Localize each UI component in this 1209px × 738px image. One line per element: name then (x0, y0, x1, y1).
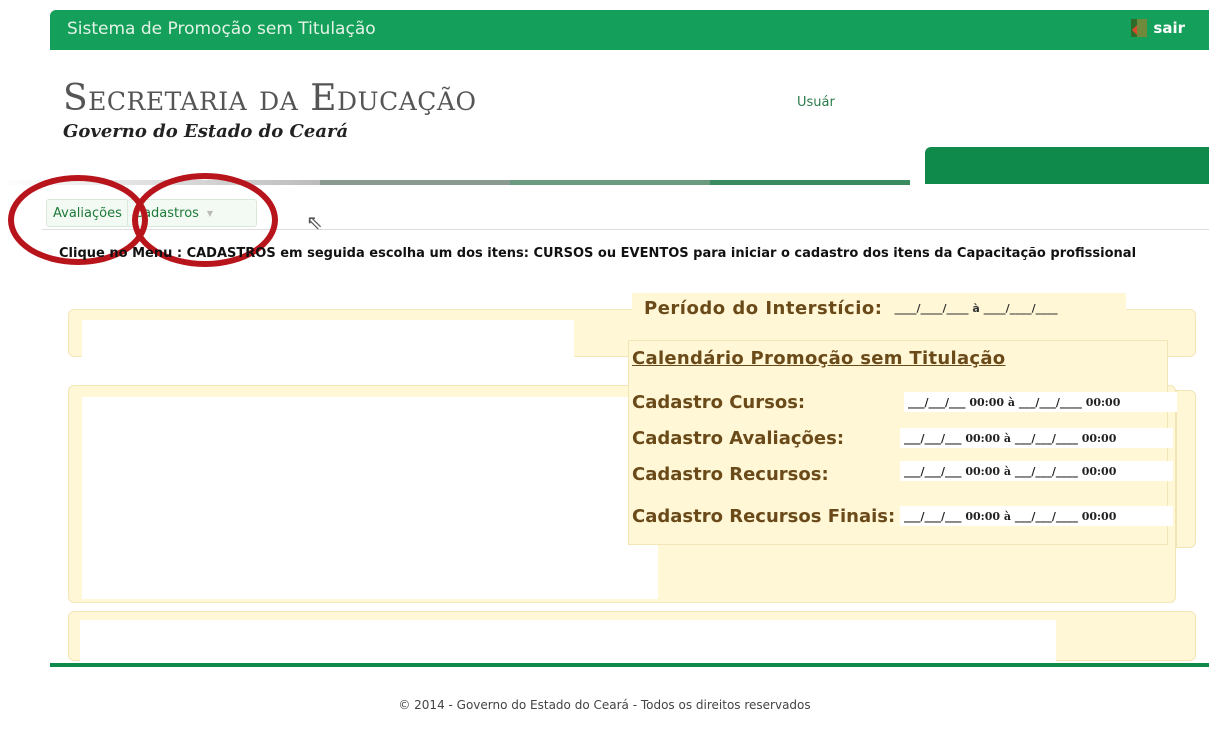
calendar-row-value: ___/___/___ 00:00 à ___/___/____ 00:00 (900, 461, 1173, 481)
calendar-row-value: ___/___/___ 00:00 à ___/___/____ 00:00 (900, 428, 1173, 448)
blank-area (82, 397, 658, 599)
logout-label: sair (1153, 19, 1185, 37)
brand-subtitle: Governo do Estado do Ceará (63, 121, 349, 142)
calendar-row-label: Cadastro Recursos: (632, 464, 829, 485)
header-stripe-4 (710, 180, 910, 185)
instruction-text: Clique no Menu : CADASTROS em seguida es… (59, 246, 1137, 261)
logout-button[interactable]: sair (1131, 19, 1185, 37)
chevron-down-icon: ▼ (206, 208, 214, 218)
door-exit-icon (1131, 19, 1148, 37)
calendar-title: Calendário Promoção sem Titulação (632, 348, 1006, 369)
calendar-row-label: Cadastro Avaliações: (632, 428, 845, 449)
periodo-label: Período do Interstício: (644, 297, 883, 319)
footer-divider (50, 663, 1209, 667)
periodo-intersticio: Período do Interstício: ____/____/____ à… (632, 293, 1126, 323)
blank-area (80, 620, 1056, 662)
app-title: Sistema de Promoção sem Titulação (67, 19, 376, 39)
brand-name: Secretaria da Educação (63, 78, 477, 119)
brand-logo: Secretaria da Educação Governo do Estado… (63, 78, 476, 142)
top-bar: Sistema de Promoção sem Titulação sair (50, 10, 1209, 50)
header-stripe-3 (510, 180, 710, 185)
menu-item-label: Cadastros (134, 205, 199, 221)
header-tab (925, 147, 1209, 184)
footer-copyright: © 2014 - Governo do Estado do Ceará - To… (398, 698, 811, 712)
mouse-cursor-icon: ⇖ (306, 210, 323, 234)
calendar-row-label: Cadastro Cursos: (632, 392, 806, 413)
blank-area (82, 320, 574, 372)
periodo-value: ____/____/____ à ____/____/____ (894, 301, 1058, 315)
calendar-row-value: ___/___/___ 00:00 à ___/___/____ 00:00 (904, 392, 1177, 412)
header-stripe-1 (0, 180, 320, 185)
menu-item-cadastros[interactable]: Cadastros ▼ (127, 199, 257, 227)
calendar-row-value: ___/___/___ 00:00 à ___/___/____ 00:00 (900, 506, 1173, 526)
menu-item-label: Avaliações (53, 205, 122, 221)
user-label: Usuár (797, 95, 835, 110)
menu-item-avaliacoes[interactable]: Avaliações (46, 199, 129, 227)
panel-edge (1176, 390, 1196, 548)
calendar-row-label: Cadastro Recursos Finais: (632, 506, 896, 527)
header-stripe-2 (320, 180, 510, 185)
menu-bar: Avaliações Cadastros ▼ (42, 196, 1209, 230)
